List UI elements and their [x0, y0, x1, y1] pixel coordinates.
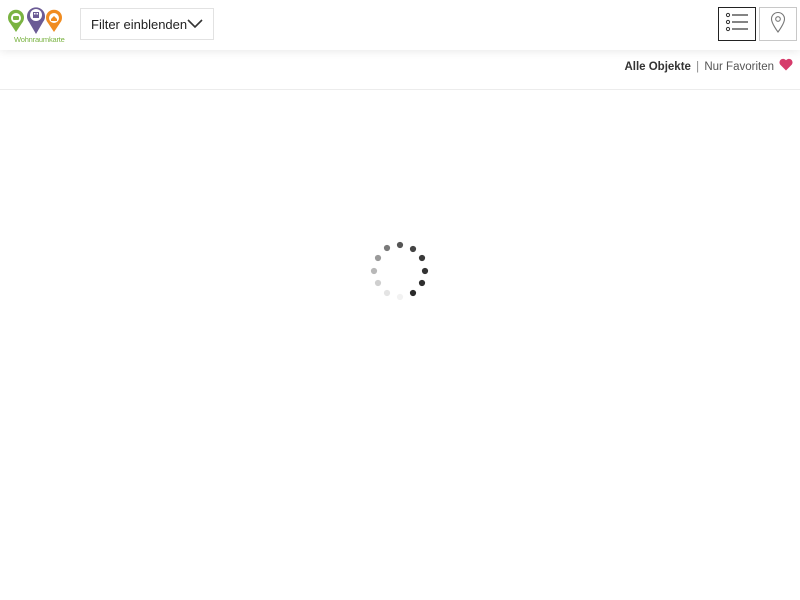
list-icon	[725, 12, 749, 37]
filter-toggle-button[interactable]: Filter einblenden	[80, 8, 214, 40]
favorites-filter-options: Alle Objekte | Nur Favoriten	[624, 61, 774, 73]
top-navigation-bar: Wohnraumkarte Filter einblenden	[0, 0, 800, 50]
logo-pins-icon	[8, 7, 62, 35]
logo-text: Wohnraumkarte	[14, 35, 65, 44]
chevron-down-icon	[187, 17, 203, 36]
favorites-only-link[interactable]: Nur Favoriten	[704, 61, 774, 73]
all-objects-link[interactable]: Alle Objekte	[624, 61, 690, 73]
list-view-button[interactable]	[718, 7, 756, 41]
heart-icon[interactable]	[779, 58, 793, 76]
option-separator: |	[696, 61, 700, 73]
wohnraumkarte-logo[interactable]: Wohnraumkarte	[6, 4, 68, 44]
map-view-button[interactable]	[759, 7, 797, 41]
map-pin-icon	[770, 11, 786, 38]
favorites-filter-bar: Alle Objekte | Nur Favoriten	[0, 50, 800, 90]
loading-spinner-icon	[368, 240, 432, 301]
filter-toggle-label: Filter einblenden	[91, 16, 188, 32]
